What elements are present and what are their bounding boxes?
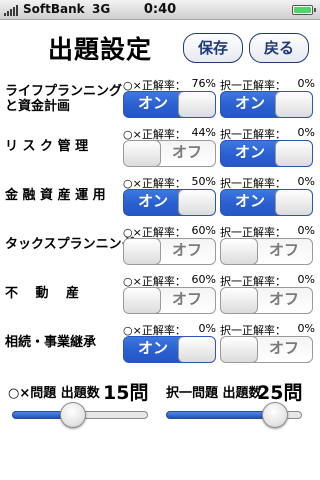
category-name: タックスプランニング: [5, 237, 135, 252]
toggle-state-label: オフ: [268, 241, 299, 259]
ox-accuracy-value: 44%: [191, 126, 216, 139]
toggle-state-label: オフ: [171, 290, 202, 308]
category-name: リ ス ク 管 理: [5, 139, 89, 154]
back-button[interactable]: 戻る: [249, 33, 309, 63]
choice-toggle-switch[interactable]: オフ: [220, 287, 313, 314]
battery-icon: [292, 5, 316, 15]
toggle-state-label: オン: [235, 94, 266, 112]
toggle-state-label: オフ: [268, 290, 299, 308]
ox-toggle-switch[interactable]: オン: [123, 336, 216, 363]
toggle-state-label: オン: [235, 143, 266, 161]
ox-count-slider[interactable]: [12, 400, 148, 430]
toggle-state-label: オン: [138, 94, 169, 112]
slider-thumb[interactable]: [262, 402, 288, 428]
toggle-knob: [178, 337, 215, 362]
category-name: ライフプランニング と資金計画: [5, 84, 123, 114]
choice-count-slider[interactable]: [166, 400, 302, 430]
clock: 0:40: [143, 2, 177, 17]
choice-accuracy-value: 0%: [297, 273, 315, 286]
choice-toggle-switch[interactable]: オフ: [220, 238, 313, 265]
page-title: 出題設定: [48, 35, 153, 64]
choice-accuracy-value: 0%: [297, 322, 315, 335]
toggle-knob: [275, 141, 312, 166]
toggle-knob: [275, 190, 312, 215]
ox-toggle-switch[interactable]: オン: [123, 91, 216, 118]
ox-accuracy-value: 0%: [198, 322, 216, 335]
choice-toggle-switch[interactable]: オン: [220, 140, 313, 167]
category-name: 不 動 産: [5, 286, 80, 301]
toggle-knob: [124, 141, 161, 166]
toggle-knob: [221, 288, 258, 313]
toggle-knob: [124, 239, 161, 264]
choice-count-label: 択一問題 出題数: [166, 386, 262, 401]
save-button[interactable]: 保存: [183, 33, 243, 63]
choice-toggle-switch[interactable]: オフ: [220, 336, 313, 363]
choice-accuracy-value: 0%: [297, 175, 315, 188]
choice-accuracy-value: 0%: [297, 224, 315, 237]
toggle-knob: [178, 92, 215, 117]
ox-toggle-switch[interactable]: オン: [123, 189, 216, 216]
ox-accuracy-value: 60%: [191, 224, 216, 237]
toggle-state-label: オフ: [268, 339, 299, 357]
ox-toggle-switch[interactable]: オフ: [123, 287, 216, 314]
ox-accuracy-value: 60%: [191, 273, 216, 286]
ox-accuracy-value: 50%: [191, 175, 216, 188]
ox-toggle-switch[interactable]: オフ: [123, 238, 216, 265]
toggle-knob: [221, 239, 258, 264]
toggle-knob: [275, 92, 312, 117]
toggle-knob: [178, 190, 215, 215]
category-name: 相続・事業継承: [5, 335, 97, 350]
ox-count-label: ○×問題 出題数: [8, 386, 100, 401]
toggle-state-label: オン: [235, 192, 266, 210]
toggle-state-label: オフ: [171, 241, 202, 259]
toggle-state-label: オン: [138, 339, 169, 357]
choice-toggle-switch[interactable]: オン: [220, 91, 313, 118]
status-bar: SoftBank 3G 0:40: [0, 0, 320, 20]
choice-accuracy-value: 0%: [297, 126, 315, 139]
ox-accuracy-value: 76%: [191, 77, 216, 90]
toggle-state-label: オフ: [171, 143, 202, 161]
choice-accuracy-value: 0%: [297, 77, 315, 90]
category-name: 金 融 資 産 運 用: [5, 188, 106, 203]
slider-thumb[interactable]: [60, 402, 86, 428]
toggle-state-label: オン: [138, 192, 169, 210]
toggle-knob: [221, 337, 258, 362]
slider-fill: [166, 411, 275, 419]
toggle-knob: [124, 288, 161, 313]
choice-toggle-switch[interactable]: オン: [220, 189, 313, 216]
ox-toggle-switch[interactable]: オフ: [123, 140, 216, 167]
